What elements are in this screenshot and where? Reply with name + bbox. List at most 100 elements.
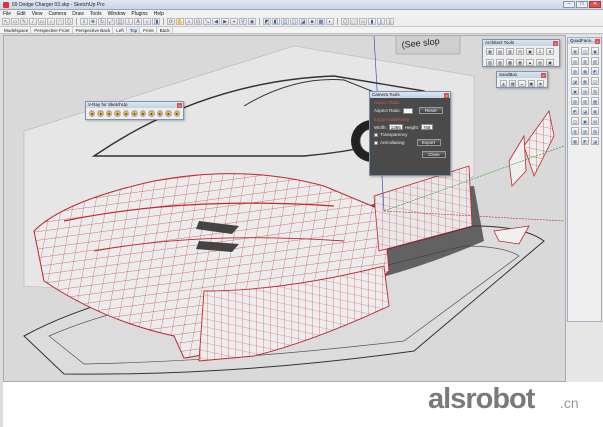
tape-icon[interactable]: ⌇ bbox=[125, 18, 133, 25]
zoom-icon[interactable]: ⌕ bbox=[185, 18, 193, 25]
polygon-icon[interactable]: ⬠ bbox=[65, 18, 73, 25]
textured-icon[interactable]: ▩ bbox=[317, 18, 325, 25]
select-ring-icon[interactable]: ◫ bbox=[581, 47, 589, 55]
back-view-icon[interactable]: ▯ bbox=[377, 18, 385, 25]
zoom-window-icon[interactable]: ⊡ bbox=[194, 18, 202, 25]
smooth-quads-icon[interactable]: ◩ bbox=[591, 67, 599, 75]
walk-icon[interactable]: ⚲ bbox=[239, 18, 247, 25]
roof-tool-icon[interactable]: ▲ bbox=[526, 59, 534, 66]
vray-omni-light-icon[interactable]: ● bbox=[122, 110, 130, 117]
scene-tab-perspective-front[interactable]: Perspective Front bbox=[32, 27, 73, 33]
offset-icon[interactable]: ◫ bbox=[116, 18, 124, 25]
building-maker-icon[interactable]: ▦ bbox=[486, 48, 494, 55]
move-icon[interactable]: ✥ bbox=[89, 18, 97, 25]
vray-frame-buffer-icon[interactable]: ● bbox=[114, 110, 121, 117]
menu-tools[interactable]: Tools bbox=[90, 11, 102, 17]
export-button[interactable]: Export bbox=[416, 139, 441, 146]
select-quad-icon[interactable]: ▦ bbox=[571, 47, 579, 55]
flip-edge-icon[interactable]: ▤ bbox=[581, 87, 589, 95]
right-view-icon[interactable]: ▮ bbox=[368, 18, 376, 25]
pencil-icon[interactable]: ✎ bbox=[20, 18, 28, 25]
build-ends-icon[interactable]: ◪ bbox=[581, 107, 589, 115]
close-button[interactable]: ✕ bbox=[589, 1, 601, 8]
menu-edit[interactable]: Edit bbox=[17, 11, 26, 17]
unsmooth-icon[interactable]: ◪ bbox=[571, 77, 579, 85]
uv-map-icon[interactable]: ▥ bbox=[591, 87, 599, 95]
grow-selection-icon[interactable]: ▤ bbox=[571, 57, 579, 65]
insert-loop-icon[interactable]: ◫ bbox=[571, 117, 579, 125]
push-pull-icon[interactable]: ⇪ bbox=[80, 18, 88, 25]
select-face-icon[interactable]: ▩ bbox=[581, 67, 589, 75]
top-view-icon[interactable]: ⬜ bbox=[350, 18, 358, 25]
next-view-icon[interactable]: ▶ bbox=[221, 18, 229, 25]
eraser-icon[interactable]: ▭ bbox=[11, 18, 19, 25]
stair-tool-icon[interactable]: ▥ bbox=[506, 48, 514, 55]
look-around-icon[interactable]: ◉ bbox=[248, 18, 256, 25]
architect-tools-close-button[interactable]: × bbox=[553, 40, 558, 46]
shrink-selection-icon[interactable]: ▥ bbox=[581, 57, 589, 65]
remove-loop-icon[interactable]: ▣ bbox=[581, 117, 589, 125]
iso-view-icon[interactable]: ⬡ bbox=[341, 18, 349, 25]
back-edges-icon[interactable]: ◫ bbox=[281, 18, 289, 25]
width-input[interactable]: 1366 bbox=[388, 124, 403, 130]
vray-mesh-light-icon[interactable]: ● bbox=[173, 110, 180, 117]
split-icon[interactable]: ▨ bbox=[591, 127, 599, 135]
wrap-uv-icon[interactable]: ▧ bbox=[571, 97, 579, 105]
scene-tab-perspective-back[interactable]: Perspective Back bbox=[74, 27, 114, 33]
menu-camera[interactable]: Camera bbox=[48, 11, 66, 17]
curb-tool-icon[interactable]: ▨ bbox=[496, 59, 504, 66]
triangulate-icon[interactable]: ▦ bbox=[581, 77, 589, 85]
unwrap-icon[interactable]: ▨ bbox=[581, 97, 589, 105]
vray-spot-light-icon[interactable]: ● bbox=[139, 110, 147, 117]
z-axis-icon[interactable]: Z bbox=[536, 48, 544, 55]
scene-tab-left[interactable]: Left bbox=[114, 27, 127, 33]
fence-tool-icon[interactable]: ▤ bbox=[536, 59, 544, 66]
rotate-icon[interactable]: ↻ bbox=[98, 18, 106, 25]
help-icon[interactable]: ◪ bbox=[591, 137, 599, 145]
previous-view-icon[interactable]: ◀ bbox=[212, 18, 220, 25]
reset-button[interactable]: Reset bbox=[418, 107, 443, 114]
elevation-icon[interactable]: ⊟ bbox=[516, 48, 524, 55]
sandbox-close-button[interactable]: × bbox=[541, 72, 546, 78]
vray-ies-light-icon[interactable]: ● bbox=[148, 110, 155, 117]
close-dialog-button[interactable]: Close bbox=[422, 151, 446, 158]
axes-icon[interactable]: ⊹ bbox=[143, 18, 151, 25]
scale-icon[interactable]: ⤢ bbox=[107, 18, 115, 25]
scene-tab-front[interactable]: Front bbox=[141, 27, 157, 33]
make-planar-icon[interactable]: ▣ bbox=[571, 87, 579, 95]
xray-icon[interactable]: ◧ bbox=[272, 18, 280, 25]
minimize-button[interactable]: – bbox=[563, 1, 575, 8]
connect-icon[interactable]: ▥ bbox=[571, 127, 579, 135]
quadface-close-button[interactable]: × bbox=[595, 38, 600, 44]
line-map-icon[interactable]: ▩ bbox=[591, 97, 599, 105]
vray-close-button[interactable]: × bbox=[177, 102, 182, 108]
arc-icon[interactable]: ◠ bbox=[56, 18, 64, 25]
wireframe-icon[interactable]: ▢ bbox=[290, 18, 298, 25]
select-icon[interactable]: ↖ bbox=[2, 18, 10, 25]
pan-icon[interactable]: ✋ bbox=[176, 18, 184, 25]
merge-icon[interactable]: ▧ bbox=[581, 127, 589, 135]
vray-options-icon[interactable]: ● bbox=[97, 110, 104, 117]
height-input[interactable]: 768 bbox=[421, 124, 434, 130]
line-icon[interactable]: / bbox=[29, 18, 37, 25]
scene-tab-top[interactable]: Top bbox=[127, 27, 141, 33]
vray-sphere-light-icon[interactable]: ● bbox=[165, 110, 172, 117]
export-tool-icon[interactable]: ▣ bbox=[546, 59, 554, 66]
info-icon[interactable]: ▩ bbox=[571, 137, 579, 145]
stamp-icon[interactable]: ▣ bbox=[527, 80, 535, 87]
model-viewport[interactable]: (See slop Architect Tools × ▦ ▤ ▥ ⊟ ▣ Z … bbox=[3, 35, 566, 382]
scene-tab-back[interactable]: Back bbox=[158, 27, 173, 33]
text-icon[interactable]: A bbox=[134, 18, 142, 25]
antialias-checkbox[interactable] bbox=[374, 140, 378, 145]
settings-icon[interactable]: ◩ bbox=[581, 137, 589, 145]
select-edge-icon[interactable]: ▨ bbox=[571, 67, 579, 75]
transparency-checkbox[interactable] bbox=[374, 132, 378, 137]
rectangle-icon[interactable]: ▭ bbox=[38, 18, 46, 25]
circle-icon[interactable]: ○ bbox=[47, 18, 55, 25]
vray-render-icon[interactable]: ● bbox=[105, 110, 113, 117]
section-plane-icon[interactable]: ◩ bbox=[263, 18, 271, 25]
monochrome-icon[interactable]: ◐ bbox=[326, 18, 334, 25]
scene-tab-modelspace[interactable]: Modelspace bbox=[2, 27, 32, 33]
camera-tools-close-x[interactable]: × bbox=[444, 92, 449, 98]
from-scratch-icon[interactable]: ▦ bbox=[509, 80, 517, 87]
